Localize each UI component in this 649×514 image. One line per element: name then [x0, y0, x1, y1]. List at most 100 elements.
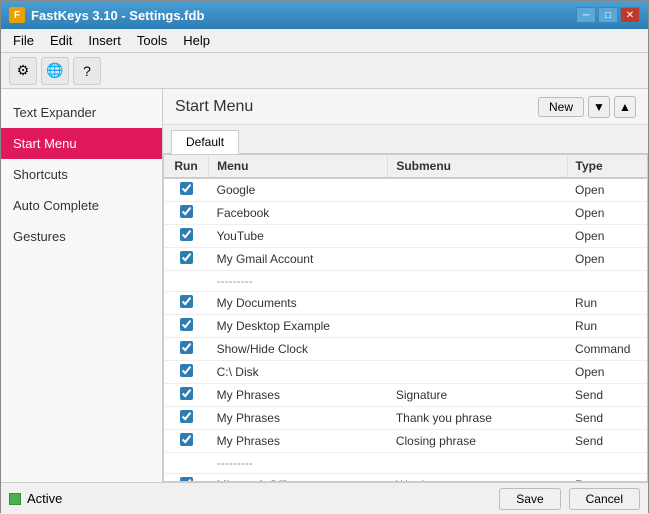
row-submenu	[388, 178, 567, 202]
row-run[interactable]	[164, 315, 209, 338]
row-type	[567, 271, 647, 292]
row-menu: Show/Hide Clock	[209, 338, 388, 361]
sidebar-item-gestures[interactable]: Gestures	[1, 221, 162, 252]
status-buttons: Save Cancel	[499, 488, 640, 510]
row-run[interactable]	[164, 361, 209, 384]
row-menu: My Documents	[209, 292, 388, 315]
row-run[interactable]	[164, 202, 209, 225]
minimize-button[interactable]: ─	[576, 7, 596, 23]
row-type: Run	[567, 292, 647, 315]
toolbar: ⚙ 🌐 ?	[1, 53, 648, 89]
row-submenu	[388, 202, 567, 225]
table-row: ---------	[164, 453, 647, 474]
run-checkbox[interactable]	[180, 433, 193, 446]
row-menu: Facebook	[209, 202, 388, 225]
active-indicator: Active	[9, 491, 62, 506]
row-menu: C:\ Disk	[209, 361, 388, 384]
maximize-button[interactable]: □	[598, 7, 618, 23]
sidebar: Text Expander Start Menu Shortcuts Auto …	[1, 89, 163, 482]
run-checkbox[interactable]	[180, 341, 193, 354]
window-title: FastKeys 3.10 - Settings.fdb	[31, 8, 204, 23]
row-menu: ---------	[209, 271, 388, 292]
run-checkbox[interactable]	[180, 228, 193, 241]
menu-file[interactable]: File	[5, 31, 42, 50]
menu-help[interactable]: Help	[175, 31, 218, 50]
row-run[interactable]	[164, 384, 209, 407]
row-run[interactable]	[164, 430, 209, 453]
row-submenu	[388, 271, 567, 292]
row-menu: Google	[209, 178, 388, 202]
header-controls: New ▼ ▲	[538, 96, 636, 118]
move-down-button[interactable]: ▼	[588, 96, 610, 118]
run-checkbox[interactable]	[180, 387, 193, 400]
row-submenu: Signature	[388, 384, 567, 407]
row-run[interactable]	[164, 338, 209, 361]
table-row: My Desktop Example Run	[164, 315, 647, 338]
table-row: My Documents Run	[164, 292, 647, 315]
row-type: Open	[567, 225, 647, 248]
menu-insert[interactable]: Insert	[80, 31, 129, 50]
table-row: Google Open	[164, 178, 647, 202]
col-run: Run	[164, 155, 209, 178]
run-checkbox[interactable]	[180, 295, 193, 308]
row-submenu: Word	[388, 474, 567, 483]
row-menu: My Phrases	[209, 384, 388, 407]
run-checkbox[interactable]	[180, 477, 193, 482]
menu-edit[interactable]: Edit	[42, 31, 80, 50]
row-menu: ---------	[209, 453, 388, 474]
web-icon-button[interactable]: 🌐	[41, 57, 69, 85]
sidebar-item-shortcuts[interactable]: Shortcuts	[1, 159, 162, 190]
content-area: Start Menu New ▼ ▲ Default Run Menu Subm…	[163, 89, 648, 482]
row-run[interactable]	[164, 178, 209, 202]
run-checkbox[interactable]	[180, 364, 193, 377]
new-button[interactable]: New	[538, 97, 584, 117]
row-run[interactable]	[164, 248, 209, 271]
row-type: Run	[567, 315, 647, 338]
row-run[interactable]	[164, 474, 209, 483]
row-submenu	[388, 315, 567, 338]
row-run[interactable]	[164, 225, 209, 248]
row-type: Send	[567, 430, 647, 453]
row-run[interactable]	[164, 407, 209, 430]
row-menu: YouTube	[209, 225, 388, 248]
row-type	[567, 453, 647, 474]
table-row: C:\ Disk Open	[164, 361, 647, 384]
col-submenu: Submenu	[388, 155, 567, 178]
window-controls: ─ □ ✕	[576, 7, 640, 23]
table-row: My Phrases Thank you phrase Send	[164, 407, 647, 430]
sidebar-item-text-expander[interactable]: Text Expander	[1, 97, 162, 128]
row-type: Send	[567, 384, 647, 407]
menu-tools[interactable]: Tools	[129, 31, 175, 50]
help-icon-button[interactable]: ?	[73, 57, 101, 85]
table-container[interactable]: Run Menu Submenu Type Google Open Facebo…	[163, 154, 648, 482]
run-checkbox[interactable]	[180, 182, 193, 195]
settings-icon-button[interactable]: ⚙	[9, 57, 37, 85]
row-submenu	[388, 248, 567, 271]
row-type: Open	[567, 178, 647, 202]
tab-default[interactable]: Default	[171, 130, 239, 154]
move-up-button[interactable]: ▲	[614, 96, 636, 118]
row-menu: My Gmail Account	[209, 248, 388, 271]
sidebar-item-start-menu[interactable]: Start Menu	[1, 128, 162, 159]
row-submenu	[388, 338, 567, 361]
cancel-button[interactable]: Cancel	[569, 488, 640, 510]
title-bar: F FastKeys 3.10 - Settings.fdb ─ □ ✕	[1, 1, 648, 29]
sidebar-item-auto-complete[interactable]: Auto Complete	[1, 190, 162, 221]
row-type: Open	[567, 361, 647, 384]
row-menu: My Desktop Example	[209, 315, 388, 338]
run-checkbox[interactable]	[180, 318, 193, 331]
close-button[interactable]: ✕	[620, 7, 640, 23]
run-checkbox[interactable]	[180, 205, 193, 218]
row-type: Open	[567, 202, 647, 225]
col-menu: Menu	[209, 155, 388, 178]
run-checkbox[interactable]	[180, 410, 193, 423]
menu-bar: File Edit Insert Tools Help	[1, 29, 648, 53]
row-submenu	[388, 453, 567, 474]
row-run	[164, 271, 209, 292]
run-checkbox[interactable]	[180, 251, 193, 264]
row-submenu: Closing phrase	[388, 430, 567, 453]
save-button[interactable]: Save	[499, 488, 560, 510]
table-row: ---------	[164, 271, 647, 292]
row-run[interactable]	[164, 292, 209, 315]
tabs: Default	[163, 125, 648, 154]
